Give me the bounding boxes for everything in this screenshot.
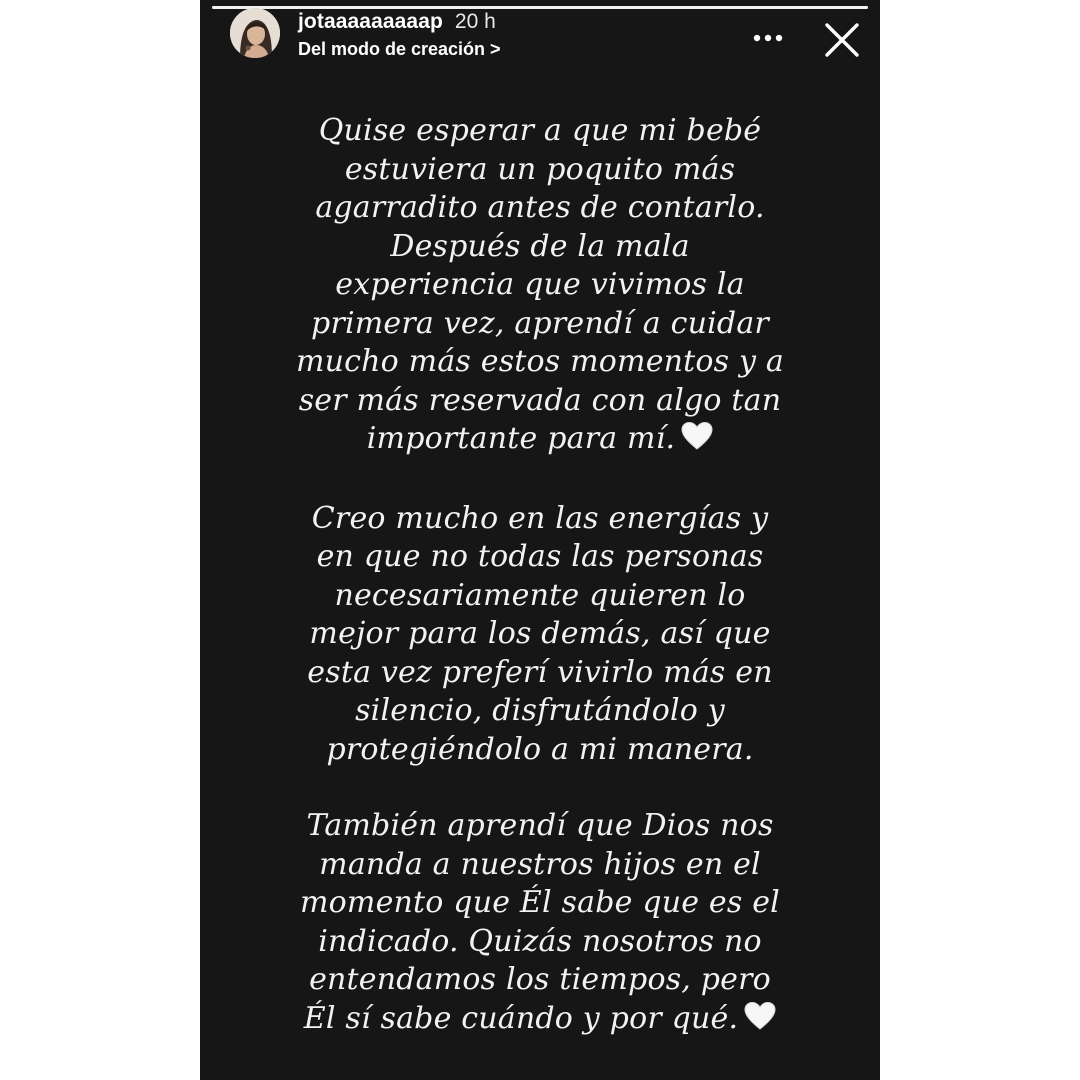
story-text-line-content: esta vez preferí vivirlo más en: [307, 654, 773, 690]
story-text-line-content: Él sí sabe cuándo y por qué.: [303, 1000, 739, 1036]
story-text-line: Después de la mala: [240, 228, 840, 267]
story-text-line-content: Creo mucho en las energías y: [311, 500, 769, 536]
story-text-line-content: mejor para los demás, así que: [309, 616, 771, 651]
story-text-line-content: También aprendí que Dios nos: [306, 808, 774, 843]
story-text-line: protegiéndolo a mi manera.: [240, 731, 840, 770]
story-viewer[interactable]: jotaaaaaaaaap 20 h Del modo de creación …: [200, 0, 880, 1080]
story-text-line-content: manda a nuestros hijos en el: [319, 846, 761, 882]
story-text-line: silencio, disfrutándolo y: [240, 692, 840, 731]
user-info: jotaaaaaaaaap 20 h Del modo de creación …: [298, 10, 501, 60]
story-text-line-content: primera vez, aprendí a cuidar: [311, 305, 769, 341]
story-text-line: Él sí sabe cuándo y por qué.: [240, 1000, 840, 1042]
story-text-line-content: protegiéndolo a mi manera.: [326, 731, 754, 767]
story-time: 20 h: [454, 10, 496, 33]
story-text-line-content: importante para mí.: [366, 421, 676, 456]
story-paragraph: Quise esperar a que mi bebé estuviera un …: [240, 112, 840, 462]
story-text-line: necesariamente quieren lo: [240, 577, 840, 616]
story-text-line: entendamos los tiempos, pero: [240, 961, 840, 1000]
story-text-line: indicado. Quizás nosotros no: [240, 923, 840, 962]
story-text-line: esta vez preferí vivirlo más en: [240, 654, 840, 693]
story-text-line-content: mucho más estos momentos y a: [295, 344, 784, 379]
more-dots-icon: [753, 34, 783, 42]
close-icon: [825, 23, 859, 57]
story-text-line: mucho más estos momentos y a: [240, 343, 840, 382]
story-text-line-content: momento que Él sabe que es el: [300, 885, 780, 920]
story-text-line: Quise esperar a que mi bebé: [240, 112, 840, 151]
story-text-line-content: ser más reservada con algo tan: [298, 382, 782, 418]
story-text-line-content: entendamos los tiempos, pero: [309, 962, 771, 997]
story-text-line: importante para mí.: [240, 420, 840, 462]
story-text-line-content: indicado. Quizás nosotros no: [318, 923, 762, 959]
story-text-line: en que no todas las personas: [240, 538, 840, 577]
story-text-line: Creo mucho en las energías y: [240, 500, 840, 539]
story-text-line: ser más reservada con algo tan: [240, 382, 840, 421]
story-text-line-content: Quise esperar a que mi bebé: [318, 113, 762, 148]
avatar[interactable]: [230, 8, 280, 58]
story-text-line: También aprendí que Dios nos: [240, 807, 840, 846]
white-heart-icon: [681, 421, 713, 462]
story-paragraph: También aprendí que Dios nos manda a nues…: [240, 807, 840, 1041]
story-header: jotaaaaaaaaap 20 h Del modo de creación …: [228, 6, 866, 68]
username[interactable]: jotaaaaaaaaap: [298, 10, 443, 34]
creation-mode-link[interactable]: Del modo de creación >: [298, 38, 501, 60]
white-heart-icon: [744, 1001, 776, 1042]
story-text-line-content: en que no todas las personas: [316, 539, 764, 574]
story-text-line-content: Después de la mala: [390, 228, 690, 264]
story-text-line-content: estuviera un poquito más: [344, 151, 736, 187]
more-options-button[interactable]: [746, 18, 790, 58]
story-paragraph: Creo mucho en las energías y en que no to…: [240, 500, 840, 770]
story-text-line-content: agarradito antes de contarlo.: [315, 190, 765, 225]
story-text-line: estuviera un poquito más: [240, 151, 840, 190]
story-text-line-content: silencio, disfrutándolo y: [355, 693, 725, 728]
story-text-line: primera vez, aprendí a cuidar: [240, 305, 840, 344]
story-text-line-content: necesariamente quieren lo: [334, 577, 746, 613]
story-text-line: momento que Él sabe que es el: [240, 884, 840, 923]
story-text-line: experiencia que vivimos la: [240, 266, 840, 305]
story-text-line-content: experiencia que vivimos la: [335, 267, 745, 302]
story-text-line: manda a nuestros hijos en el: [240, 846, 840, 885]
page-background: jotaaaaaaaaap 20 h Del modo de creación …: [0, 0, 1080, 1080]
story-text-line: mejor para los demás, así que: [240, 615, 840, 654]
story-text: Quise esperar a que mi bebé estuviera un …: [240, 112, 840, 1079]
avatar-image: [230, 8, 280, 58]
story-text-line: agarradito antes de contarlo.: [240, 189, 840, 228]
close-button[interactable]: [818, 16, 866, 64]
